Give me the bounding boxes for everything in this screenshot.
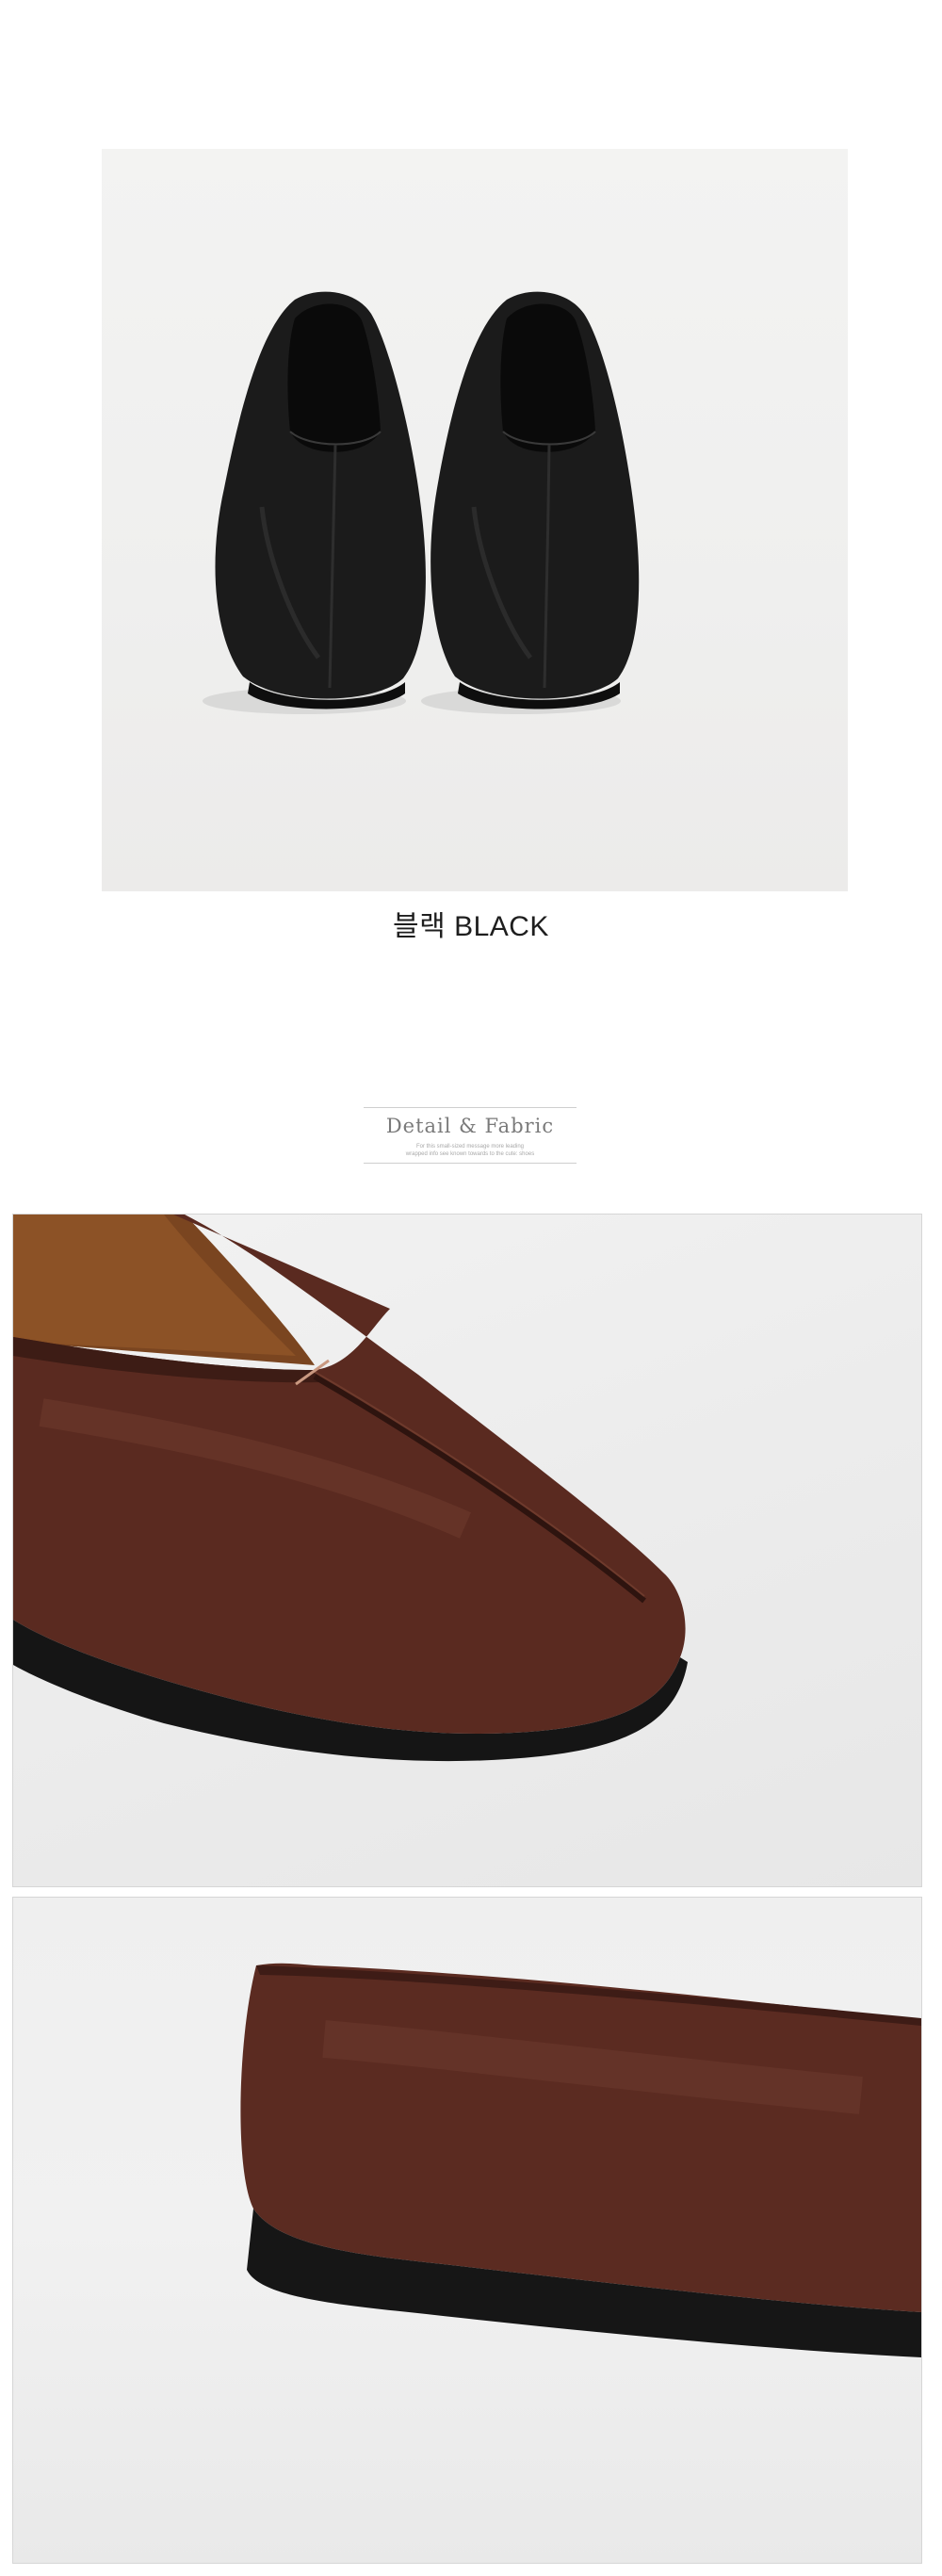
detail-fabric-title: Detail & Fabric	[385, 1115, 555, 1137]
detail-fabric-subtitle: For this small-sized message more leadin…	[364, 1143, 577, 1158]
black-shoes-illustration	[203, 291, 640, 714]
toe-closeup-illustration	[13, 1215, 688, 1762]
detail-fabric-subtitle-line1: For this small-sized message more leadin…	[415, 1144, 525, 1149]
detail-fabric-subtitle-line2: wrapped info see known towards to the cu…	[405, 1151, 535, 1157]
divider-top	[364, 1107, 577, 1108]
left-shoe	[215, 291, 426, 709]
detail-photo-heel	[12, 1897, 922, 2564]
heel-closeup-illustration	[240, 1963, 921, 2357]
detail-fabric-label: Detail & Fabric For this small-sized mes…	[364, 1105, 577, 1169]
color-caption: 블랙 BLACK	[393, 911, 549, 942]
detail-photo-toe	[12, 1214, 922, 1887]
divider-bottom	[364, 1163, 577, 1164]
right-shoe	[430, 291, 640, 709]
product-photo-black	[102, 149, 848, 891]
